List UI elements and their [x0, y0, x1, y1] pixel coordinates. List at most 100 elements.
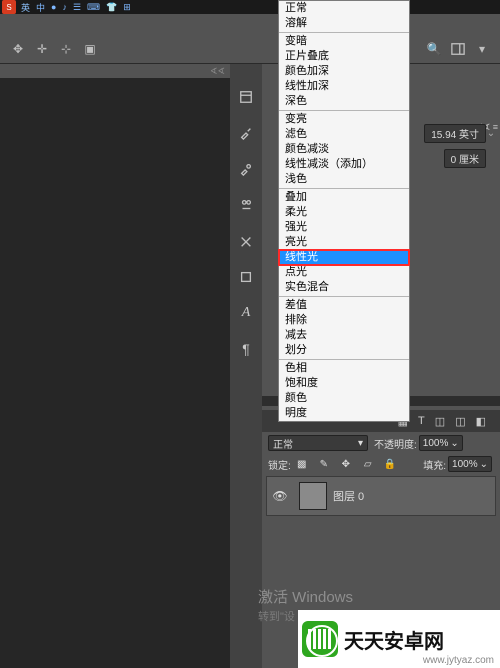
filter-shape-icon[interactable]: ◫	[435, 415, 445, 428]
blend-hard-light[interactable]: 强光	[279, 220, 409, 235]
brush-settings-panel-icon[interactable]	[233, 156, 259, 182]
blend-normal[interactable]: 正常	[279, 1, 409, 16]
workspace-switcher-icon[interactable]	[450, 41, 466, 57]
navigator-panel-icon[interactable]	[233, 264, 259, 290]
blend-vivid-light[interactable]: 亮光	[279, 235, 409, 250]
blend-luminosity[interactable]: 明度	[279, 406, 409, 421]
character-panel-icon[interactable]: A	[233, 300, 259, 326]
options-toolbar: ✥ ✛ ⊹ ▣ 🔍 ▾	[0, 34, 500, 64]
blend-divide[interactable]: 划分	[279, 343, 409, 358]
clone-source-panel-icon[interactable]	[233, 192, 259, 218]
filter-smart-icon[interactable]: ◫	[455, 415, 465, 428]
tool-presets-panel-icon[interactable]	[233, 228, 259, 254]
ime-bar: S 英 中 ● ♪ ☰ ⌨ 👕 ⊞	[0, 0, 500, 14]
lock-artboard-icon[interactable]: ▱	[361, 459, 375, 470]
blend-darken[interactable]: 变暗	[279, 34, 409, 49]
align-icon[interactable]: ⊹	[58, 41, 74, 57]
blend-hard-mix[interactable]: 实色混合	[279, 280, 409, 295]
site-watermark: 天天安卓网 www.jytyaz.com	[298, 610, 500, 668]
search-icon[interactable]: 🔍	[426, 41, 442, 57]
opacity-field[interactable]: 100%⌄	[419, 435, 463, 451]
ime-item-0[interactable]: 中	[36, 1, 45, 14]
ime-item-1[interactable]: ●	[51, 2, 56, 12]
lock-pixels-icon[interactable]: ▩	[295, 459, 309, 470]
dimension-offset[interactable]: 0 厘米	[444, 149, 486, 168]
opacity-value: 100%	[423, 438, 449, 449]
site-url: www.jytyaz.com	[423, 655, 494, 666]
ime-item-2[interactable]: ♪	[62, 2, 67, 12]
lock-position-icon[interactable]: ✥	[339, 459, 353, 470]
blend-linear-burn[interactable]: 线性加深	[279, 79, 409, 94]
layer-thumbnail[interactable]	[299, 482, 327, 510]
ime-item-3[interactable]: ☰	[73, 2, 81, 13]
site-logo-icon	[302, 621, 338, 657]
fill-field[interactable]: 100%⌄	[448, 456, 492, 472]
blend-mode-select[interactable]: 正常 ▾	[268, 435, 368, 451]
blend-mode-menu[interactable]: 正常 溶解 变暗 正片叠底 颜色加深 线性加深 深色 变亮 滤色 颜色减淡 线性…	[278, 0, 410, 422]
ime-item-5[interactable]: 👕	[106, 2, 117, 13]
blend-darker-color[interactable]: 深色	[279, 94, 409, 109]
blend-overlay[interactable]: 叠加	[279, 190, 409, 205]
filter-toggle-icon[interactable]: ◧	[476, 415, 486, 428]
app-menubar	[0, 14, 500, 34]
hand-tool-icon[interactable]: ✥	[10, 41, 26, 57]
blend-color-burn[interactable]: 颜色加深	[279, 64, 409, 79]
windows-activation-subtext: 转到"设	[258, 608, 295, 624]
blend-exclusion[interactable]: 排除	[279, 313, 409, 328]
blend-linear-light[interactable]: 线性光	[279, 250, 409, 265]
crosshair-icon[interactable]: ✛	[34, 41, 50, 57]
ime-item-4[interactable]: ⌨	[87, 2, 100, 13]
menu-separator	[279, 188, 409, 189]
chevron-down-icon: ⌄	[480, 459, 488, 470]
site-name: 天天安卓网	[344, 625, 444, 654]
history-panel-icon[interactable]	[233, 84, 259, 110]
chevron-down-icon: ⌄	[450, 438, 458, 449]
ime-logo-icon: S	[2, 0, 16, 14]
menu-separator	[279, 359, 409, 360]
blend-pin-light[interactable]: 点光	[279, 265, 409, 280]
blend-soft-light[interactable]: 柔光	[279, 205, 409, 220]
main-area: ∢∢ A ¶ ∢∢ ≡ 15.94 英寸⌄ 0 厘米 ∢∢ ≡ ▦ T ◫ ◫ …	[0, 64, 500, 668]
filter-type-icon[interactable]: T	[418, 415, 425, 427]
lock-paint-icon[interactable]: ✎	[317, 459, 331, 470]
opacity-label: 不透明度:	[374, 436, 417, 451]
blend-dissolve[interactable]: 溶解	[279, 16, 409, 31]
video-icon[interactable]: ▣	[82, 41, 98, 57]
chevron-down-icon[interactable]: ▾	[474, 41, 490, 57]
blend-saturation[interactable]: 饱和度	[279, 376, 409, 391]
layers-panel: ▦ T ◫ ◫ ◧ 正常▾ 不透明度: 100%⌄ 锁定: ▩ ✎ ✥ ▱ 🔒 …	[262, 410, 500, 518]
fill-label: 填充:	[423, 457, 446, 472]
blend-linear-dodge[interactable]: 线性减淡（添加）	[279, 157, 409, 172]
dimension-width[interactable]: 15.94 英寸	[424, 124, 486, 143]
chevron-down-icon: ▾	[358, 438, 363, 449]
blend-difference[interactable]: 差值	[279, 298, 409, 313]
chevron-down-icon[interactable]: ⌄	[486, 128, 496, 139]
blend-lighten[interactable]: 变亮	[279, 112, 409, 127]
menu-separator	[279, 296, 409, 297]
lock-label: 锁定:	[268, 457, 291, 472]
brush-panel-icon[interactable]	[233, 120, 259, 146]
blend-opacity-row: 正常 ▾ 不透明度: 100%⌄	[262, 432, 500, 454]
panel-collapse-icon[interactable]: ∢∢	[210, 66, 225, 77]
layer-name[interactable]: 图层 0	[333, 488, 364, 504]
ime-lang[interactable]: 英	[21, 1, 30, 14]
blend-hue[interactable]: 色相	[279, 361, 409, 376]
blend-mode-value: 正常	[273, 436, 293, 451]
windows-activation-watermark: 激活 Windows	[258, 586, 353, 607]
lock-all-icon[interactable]: 🔒	[383, 459, 397, 470]
blend-color[interactable]: 颜色	[279, 391, 409, 406]
blend-color-dodge[interactable]: 颜色减淡	[279, 142, 409, 157]
document-canvas[interactable]: ∢∢	[0, 64, 230, 668]
paragraph-panel-icon[interactable]: ¶	[233, 336, 259, 362]
visibility-toggle-icon[interactable]: 👁	[267, 489, 293, 503]
blend-screen[interactable]: 滤色	[279, 127, 409, 142]
blend-subtract[interactable]: 减去	[279, 328, 409, 343]
fill-value: 100%	[452, 459, 478, 470]
collapsed-panel-strip: A ¶	[230, 64, 262, 668]
layer-row[interactable]: 👁 图层 0	[266, 476, 496, 516]
lock-fill-row: 锁定: ▩ ✎ ✥ ▱ 🔒 填充: 100%⌄	[262, 454, 500, 474]
blend-multiply[interactable]: 正片叠底	[279, 49, 409, 64]
menu-separator	[279, 32, 409, 33]
ime-item-6[interactable]: ⊞	[123, 2, 131, 13]
blend-lighter-color[interactable]: 浅色	[279, 172, 409, 187]
